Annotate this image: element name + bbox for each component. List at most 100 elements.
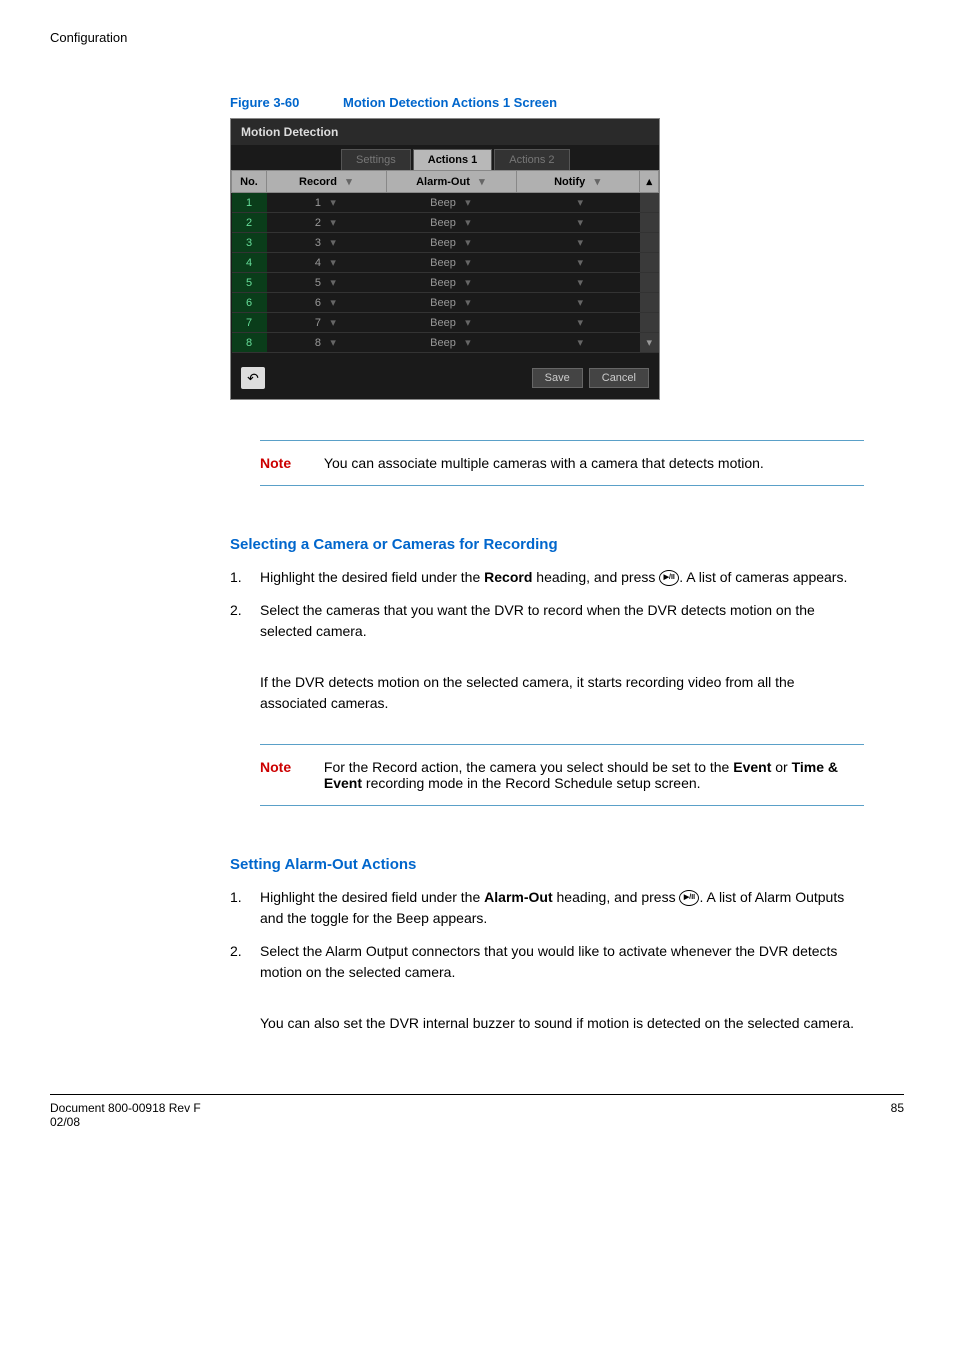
cell-alarm-out[interactable]: Beep ▾ [387,293,517,313]
cell-record[interactable]: 6 ▾ [267,293,387,313]
cell-alarm-out[interactable]: Beep ▾ [387,193,517,213]
cell-alarm-out[interactable]: Beep ▾ [387,253,517,273]
cell-record[interactable]: 1 ▾ [267,193,387,213]
scrollbar-track[interactable] [640,213,659,233]
figure-caption: Figure 3-60 Motion Detection Actions 1 S… [230,95,904,110]
tab-actions1[interactable]: Actions 1 [413,149,493,170]
table-row: 22 ▾Beep ▾ ▾ [232,213,659,233]
page-header: Configuration [50,30,904,45]
doc-date: 02/08 [50,1115,201,1129]
col-notify: Notify ▾ [517,171,640,193]
scrollbar-track[interactable]: ▾ [640,333,659,353]
dropdown-icon: ▾ [463,256,473,266]
cell-record[interactable]: 4 ▾ [267,253,387,273]
cell-record[interactable]: 5 ▾ [267,273,387,293]
cell-no: 4 [232,253,267,273]
cell-notify[interactable]: ▾ [517,293,640,313]
dropdown-icon: ▾ [328,336,338,346]
dropdown-icon: ▾ [592,175,602,185]
tab-actions2[interactable]: Actions 2 [494,149,569,170]
dropdown-icon: ▾ [575,296,585,306]
cell-notify[interactable]: ▾ [517,333,640,353]
procedure-list: Highlight the desired field under the Re… [230,567,864,642]
cell-alarm-out[interactable]: Beep ▾ [387,313,517,333]
col-alarm-out: Alarm-Out ▾ [387,171,517,193]
cell-alarm-out[interactable]: Beep ▾ [387,273,517,293]
dropdown-icon: ▾ [575,236,585,246]
window-title: Motion Detection [231,119,659,145]
cell-record[interactable]: 7 ▾ [267,313,387,333]
cell-notify[interactable]: ▾ [517,273,640,293]
note-label: Note [260,759,320,775]
cell-no: 1 [232,193,267,213]
note-block: Note You can associate multiple cameras … [260,440,864,486]
col-no: No. [232,171,267,193]
scrollbar-track[interactable] [640,273,659,293]
screenshot: Motion Detection Settings Actions 1 Acti… [230,118,660,400]
scrollbar-track[interactable] [640,233,659,253]
cell-no: 6 [232,293,267,313]
dropdown-icon: ▾ [575,256,585,266]
dropdown-icon: ▾ [463,276,473,286]
paragraph: If the DVR detects motion on the selecte… [260,672,864,714]
note-label: Note [260,455,320,471]
dropdown-icon: ▾ [575,216,585,226]
dropdown-icon: ▾ [328,296,338,306]
dropdown-icon: ▾ [575,316,585,326]
cell-alarm-out[interactable]: Beep ▾ [387,213,517,233]
cell-notify[interactable]: ▾ [517,253,640,273]
page-number: 85 [891,1101,904,1129]
cell-record[interactable]: 2 ▾ [267,213,387,233]
cell-no: 5 [232,273,267,293]
actions-table: No. Record ▾ Alarm-Out ▾ Notify ▾ ▴ 11 ▾… [231,170,659,353]
enter-button-icon: ▶/II [679,890,699,906]
list-item: Select the cameras that you want the DVR… [230,600,864,642]
cell-no: 3 [232,233,267,253]
note-text: For the Record action, the camera you se… [324,759,858,791]
dropdown-icon: ▾ [477,175,487,185]
cell-alarm-out[interactable]: Beep ▾ [387,333,517,353]
dropdown-icon: ▾ [575,336,585,346]
scrollbar-track[interactable] [640,293,659,313]
cell-no: 8 [232,333,267,353]
dropdown-icon: ▾ [328,196,338,206]
dropdown-icon: ▾ [328,276,338,286]
back-icon[interactable]: ↶ [241,367,265,389]
dropdown-icon: ▾ [463,196,473,206]
cell-no: 2 [232,213,267,233]
section-heading: Selecting a Camera or Cameras for Record… [230,536,904,553]
dropdown-icon: ▾ [575,276,585,286]
cell-no: 7 [232,313,267,333]
list-item: Highlight the desired field under the Al… [230,887,864,929]
dropdown-icon: ▾ [463,336,473,346]
scrollbar-track[interactable] [640,193,659,213]
dropdown-icon: ▾ [328,216,338,226]
paragraph: You can also set the DVR internal buzzer… [260,1013,864,1034]
table-row: 66 ▾Beep ▾ ▾ [232,293,659,313]
doc-number: Document 800-00918 Rev F [50,1101,201,1115]
scroll-up-icon[interactable]: ▴ [640,171,659,193]
note-block: Note For the Record action, the camera y… [260,744,864,806]
cancel-button[interactable]: Cancel [589,368,649,388]
scrollbar-track[interactable] [640,253,659,273]
cell-record[interactable]: 8 ▾ [267,333,387,353]
note-text: You can associate multiple cameras with … [324,455,858,471]
cell-alarm-out[interactable]: Beep ▾ [387,233,517,253]
tabs-row: Settings Actions 1 Actions 2 [231,145,659,170]
cell-notify[interactable]: ▾ [517,313,640,333]
scrollbar-track[interactable] [640,313,659,333]
page-footer: Document 800-00918 Rev F 02/08 85 [50,1094,904,1129]
dropdown-icon: ▾ [575,196,585,206]
section-heading: Setting Alarm-Out Actions [230,856,904,873]
cell-notify[interactable]: ▾ [517,213,640,233]
dropdown-icon: ▾ [463,296,473,306]
cell-record[interactable]: 3 ▾ [267,233,387,253]
table-row: 88 ▾Beep ▾ ▾ ▾ [232,333,659,353]
table-row: 44 ▾Beep ▾ ▾ [232,253,659,273]
cell-notify[interactable]: ▾ [517,233,640,253]
cell-notify[interactable]: ▾ [517,193,640,213]
save-button[interactable]: Save [532,368,583,388]
col-record: Record ▾ [267,171,387,193]
dropdown-icon: ▾ [463,236,473,246]
tab-settings[interactable]: Settings [341,149,411,170]
